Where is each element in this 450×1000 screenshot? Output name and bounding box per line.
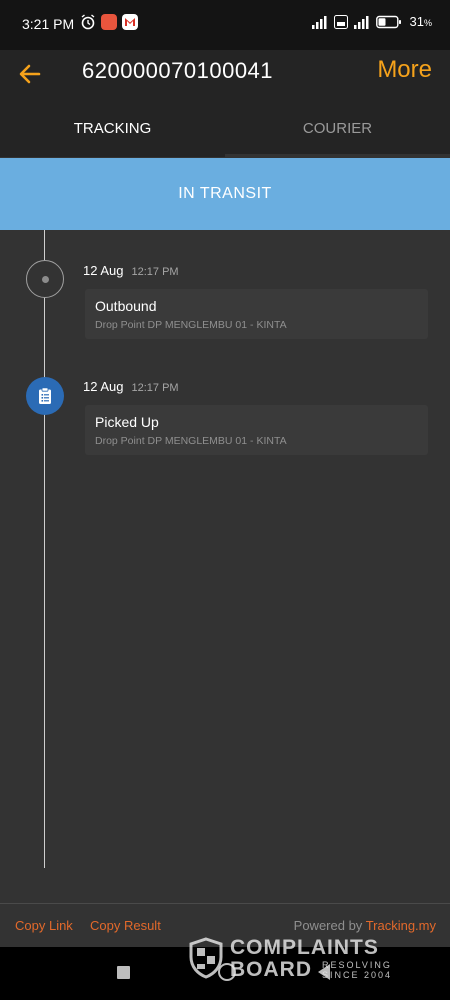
app-bar: 620000070100041 More TRACKING COURIER	[0, 50, 450, 157]
4g-signal-icon	[353, 15, 369, 29]
gmail-icon	[122, 14, 138, 30]
status-notification-icons	[80, 14, 138, 30]
back-button[interactable]	[14, 58, 46, 90]
tab-indicator	[0, 154, 225, 157]
volte-icon	[333, 14, 348, 29]
timeline-line	[44, 230, 45, 868]
shield-logo-icon	[189, 937, 223, 979]
event-time: 12:17 PM	[131, 382, 179, 394]
watermark-tagline1: RESOLVING	[322, 960, 392, 970]
arrow-left-icon	[19, 64, 41, 84]
clipboard-icon	[39, 387, 51, 404]
watermark-line1: COMPLAINTS	[230, 936, 379, 959]
powered-by-link[interactable]: Tracking.my	[366, 918, 436, 933]
battery-percent: 31%	[409, 14, 432, 29]
powered-by-text: Powered by Tracking.my	[294, 918, 436, 933]
signal-icon	[311, 15, 327, 29]
event-location: Drop Point DP MENGLEMBU 01 - KINTA	[95, 435, 287, 447]
copy-result-button[interactable]: Copy Result	[90, 918, 161, 933]
timeline-node-outbound	[26, 260, 64, 298]
status-banner: IN TRANSIT	[0, 158, 450, 230]
battery-icon	[375, 15, 401, 28]
event-location: Drop Point DP MENGLEMBU 01 - KINTA	[95, 319, 287, 331]
event-time: 12:17 PM	[131, 266, 179, 278]
alarm-icon	[81, 14, 95, 30]
recents-button[interactable]	[117, 966, 130, 979]
event-card-outbound: Outbound Drop Point DP MENGLEMBU 01 - KI…	[85, 289, 428, 339]
event-date-row: 12 Aug 12:17 PM	[83, 379, 179, 394]
more-button[interactable]: More	[377, 56, 432, 84]
status-system-icons: 31%	[311, 14, 432, 29]
complaintsboard-watermark: COMPLAINTS BOARD RESOLVING SINCE 2004	[188, 936, 408, 982]
status-time: 3:21 PM	[22, 16, 75, 32]
watermark-tagline2: SINCE 2004	[322, 970, 393, 980]
status-label: IN TRANSIT	[178, 185, 272, 202]
tab-tracking[interactable]: TRACKING	[0, 120, 225, 137]
app-badge-icon	[101, 14, 117, 30]
powered-by-prefix: Powered by	[293, 918, 366, 933]
timeline-node-picked-up	[26, 377, 64, 415]
watermark-line2: BOARD	[230, 958, 312, 981]
event-date: 12 Aug	[83, 379, 124, 394]
event-title: Picked Up	[95, 414, 159, 430]
status-bar: 3:21 PM 31%	[0, 0, 450, 50]
tab-courier[interactable]: COURIER	[225, 120, 450, 137]
event-card-picked-up: Picked Up Drop Point DP MENGLEMBU 01 - K…	[85, 405, 428, 455]
copy-link-button[interactable]: Copy Link	[15, 918, 73, 933]
event-date-row: 12 Aug 12:17 PM	[83, 263, 179, 278]
dot-icon	[41, 275, 49, 283]
event-date: 12 Aug	[83, 263, 124, 278]
event-title: Outbound	[95, 298, 157, 314]
page-title: 620000070100041	[82, 58, 274, 83]
